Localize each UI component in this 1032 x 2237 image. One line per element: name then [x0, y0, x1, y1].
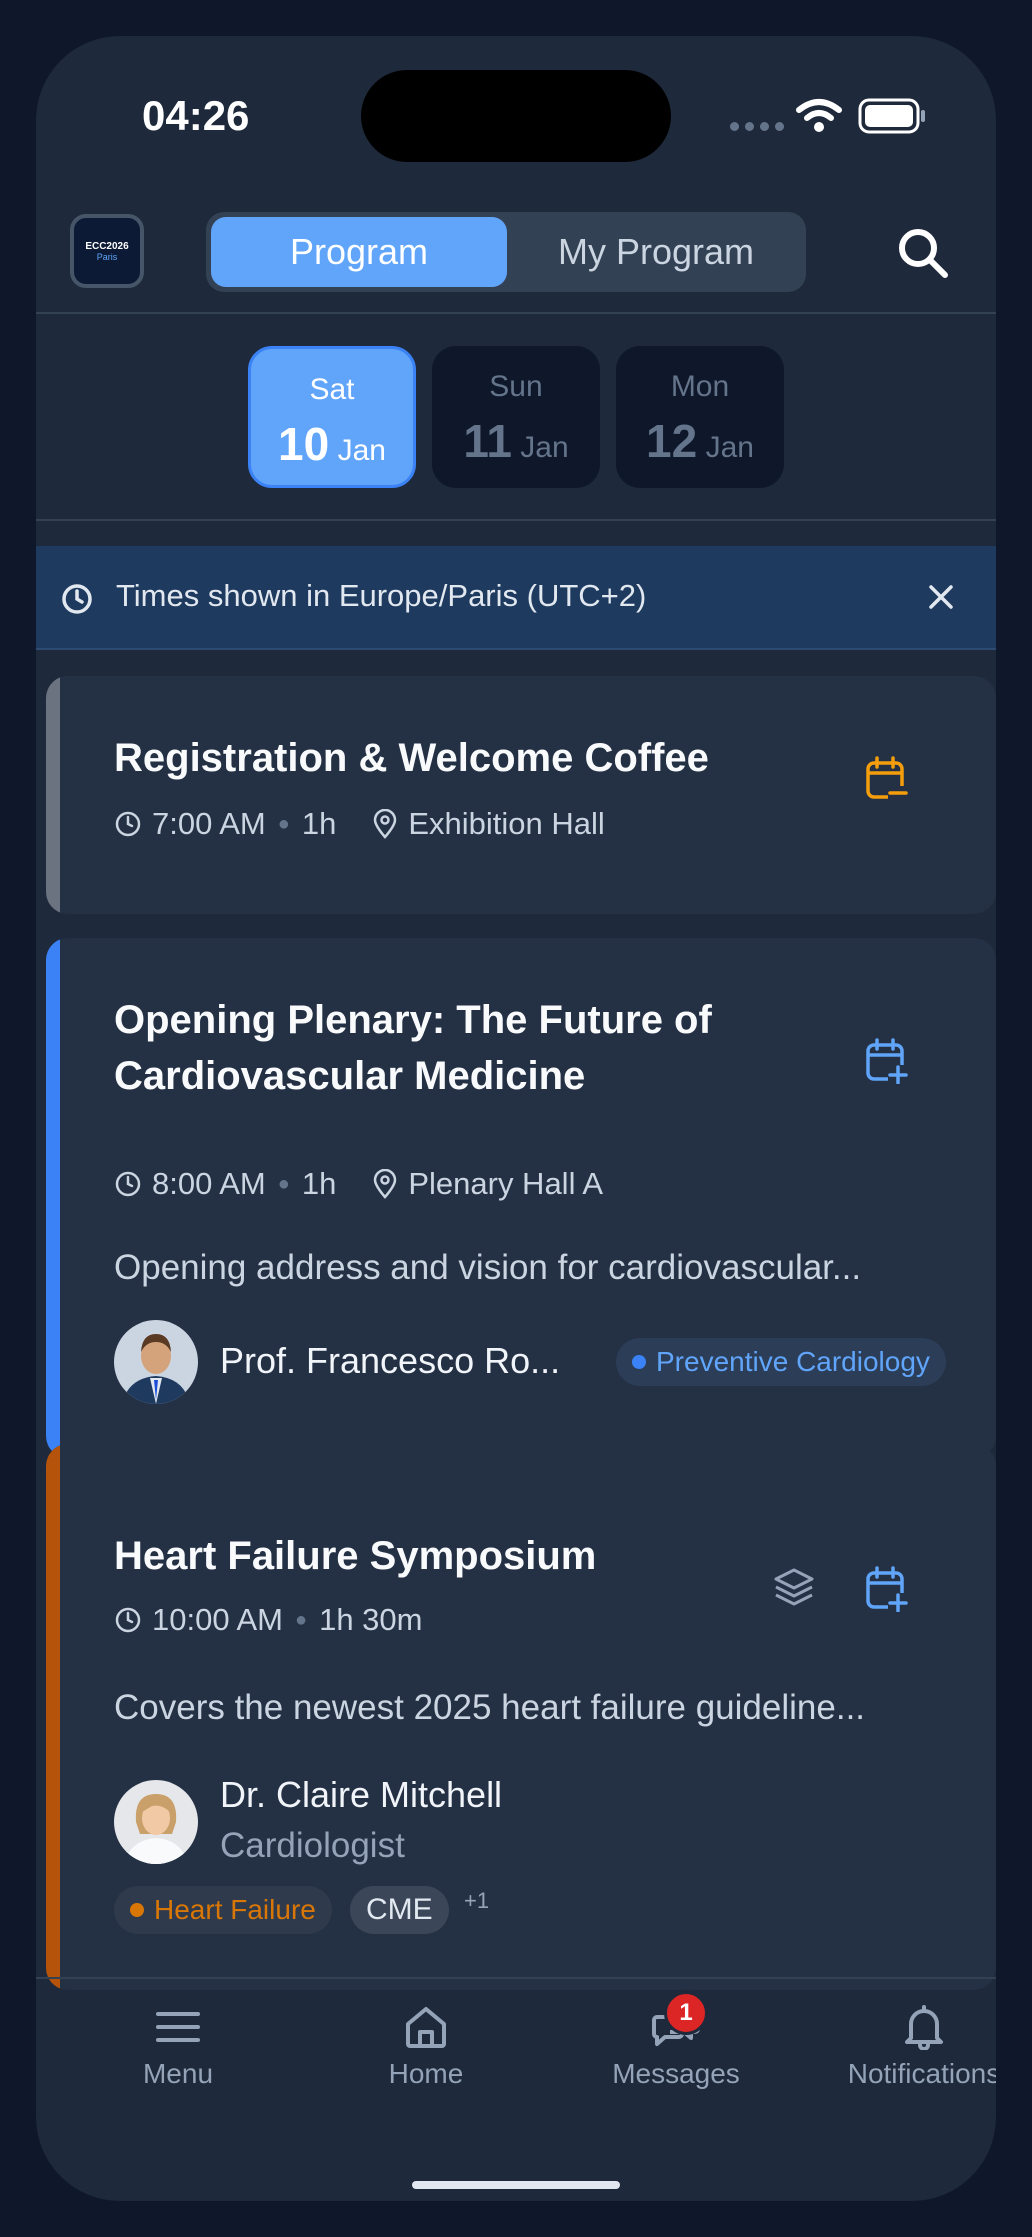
speaker-avatar[interactable] — [114, 1320, 198, 1404]
session-time: 10:00 AM — [152, 1602, 283, 1637]
separator-dot: ● — [294, 1608, 308, 1631]
clock-icon — [115, 811, 141, 837]
session-card-registration[interactable]: Registration & Welcome Coffee 7:00 AM ● … — [46, 676, 996, 914]
program-segmented-control: Program My Program — [206, 212, 806, 292]
date-weekday: Sat — [309, 373, 355, 406]
tag-label: CME — [366, 1893, 433, 1926]
speaker-avatar[interactable] — [114, 1780, 198, 1864]
home-indicator[interactable] — [412, 2181, 620, 2189]
session-card-heart-failure[interactable]: Heart Failure Symposium 10:00 AM ● 1h 30… — [46, 1444, 996, 1990]
date-day: 11 — [463, 415, 512, 467]
location-pin-icon — [374, 1169, 397, 1199]
clock-icon — [115, 1171, 141, 1197]
more-tags-count[interactable]: +1 — [464, 1888, 489, 1914]
messages-badge: 1 — [664, 1991, 708, 2035]
close-icon[interactable] — [928, 584, 954, 610]
nav-home[interactable]: Home — [316, 2004, 536, 2090]
tag-label: Heart Failure — [154, 1894, 316, 1925]
session-description: Covers the newest 2025 heart failure gui… — [114, 1688, 866, 1727]
session-title-line2: Cardiovascular Medicine — [114, 1054, 586, 1098]
tag-label: Preventive Cardiology — [656, 1346, 930, 1377]
session-title: Heart Failure Symposium — [114, 1534, 597, 1578]
tab-program[interactable]: Program — [211, 217, 507, 287]
date-month: Jan — [337, 434, 386, 467]
battery-icon — [858, 98, 925, 134]
nav-label: Notifications — [847, 2058, 996, 2089]
session-title-line1: Opening Plenary: The Future of — [114, 998, 712, 1042]
timezone-text: Times shown in Europe/Paris (UTC+2) — [116, 578, 647, 613]
date-day: 10 — [278, 418, 330, 470]
session-location: Plenary Hall A — [408, 1166, 604, 1201]
conference-logo[interactable]: ECC2026 Paris — [70, 214, 144, 288]
date-weekday: Mon — [670, 370, 730, 403]
nav-label: Menu — [142, 2058, 214, 2089]
date-divider — [36, 519, 996, 521]
session-duration: 1h 30m — [319, 1602, 423, 1637]
session-time: 7:00 AM — [152, 806, 266, 841]
speaker-name: Dr. Claire Mitchell — [220, 1774, 503, 1815]
calendar-minus-icon[interactable] — [864, 756, 908, 802]
session-title: Registration & Welcome Coffee — [114, 736, 709, 780]
home-icon — [406, 2007, 446, 2048]
header-divider — [36, 312, 996, 314]
search-icon[interactable] — [896, 226, 950, 280]
tag-heart-failure[interactable]: Heart Failure — [114, 1886, 332, 1934]
nav-label: Home — [388, 2058, 464, 2089]
session-accent-bar — [46, 1444, 60, 1990]
logo-title: ECC2026 — [85, 240, 129, 252]
clock-icon — [62, 584, 92, 614]
session-title: Opening Plenary: The Future of Cardiovas… — [114, 992, 712, 1104]
tag-cme[interactable]: CME — [350, 1886, 449, 1934]
date-day: 12 — [646, 415, 698, 467]
session-accent-bar — [46, 938, 60, 1458]
session-location: Exhibition Hall — [408, 806, 605, 841]
date-mon-12[interactable]: Mon 12 Jan — [616, 346, 784, 488]
dynamic-island — [361, 70, 671, 162]
status-time: 04:26 — [142, 92, 250, 139]
location-pin-icon — [374, 809, 397, 839]
session-accent-bar — [46, 676, 60, 914]
session-card-opening-plenary[interactable]: Opening Plenary: The Future of Cardiovas… — [46, 938, 996, 1458]
calendar-plus-icon[interactable] — [864, 1566, 908, 1612]
bottom-nav-divider — [36, 1977, 996, 1979]
session-duration: 1h — [301, 806, 337, 841]
speaker-role: Cardiologist — [220, 1826, 405, 1865]
tag-dot — [632, 1355, 646, 1369]
calendar-plus-icon[interactable] — [864, 1038, 908, 1084]
nav-notifications[interactable]: Notifications — [814, 2004, 996, 2090]
session-duration: 1h — [301, 1166, 337, 1201]
session-description: Opening address and vision for cardiovas… — [114, 1248, 862, 1287]
layers-icon[interactable] — [772, 1566, 816, 1610]
date-month: Jan — [520, 431, 569, 464]
tag-dot — [130, 1903, 144, 1917]
nav-label: Messages — [612, 2058, 740, 2089]
menu-icon — [156, 2012, 200, 2042]
date-month: Jan — [705, 431, 754, 464]
date-sun-11[interactable]: Sun 11 Jan — [432, 346, 600, 488]
tag-preventive-cardiology[interactable]: Preventive Cardiology — [616, 1338, 946, 1386]
tab-my-program[interactable]: My Program — [511, 217, 801, 287]
session-meta: 8:00 AM ● 1h Plenary Hall A — [114, 1166, 603, 1202]
clock-icon — [115, 1607, 141, 1633]
app-screen: 04:26 ECC2026 Paris Program My Program S… — [36, 36, 996, 2201]
timezone-banner: Times shown in Europe/Paris (UTC+2) — [36, 546, 996, 650]
date-weekday: Sun — [489, 370, 543, 403]
separator-dot: ● — [277, 1172, 290, 1195]
separator-dot: ● — [277, 812, 290, 835]
date-sat-10[interactable]: Sat 10 Jan — [248, 346, 416, 488]
speaker-name: Prof. Francesco Ro... — [220, 1340, 561, 1381]
session-meta: 7:00 AM ● 1h Exhibition Hall — [114, 806, 605, 842]
bell-icon — [905, 2005, 943, 2050]
nav-menu[interactable]: Menu — [68, 2004, 288, 2090]
session-meta: 10:00 AM ● 1h 30m — [114, 1602, 422, 1638]
signal-icon — [730, 122, 784, 131]
session-time: 8:00 AM — [152, 1166, 266, 1201]
logo-subtitle: Paris — [96, 251, 118, 262]
wifi-icon — [796, 99, 842, 132]
